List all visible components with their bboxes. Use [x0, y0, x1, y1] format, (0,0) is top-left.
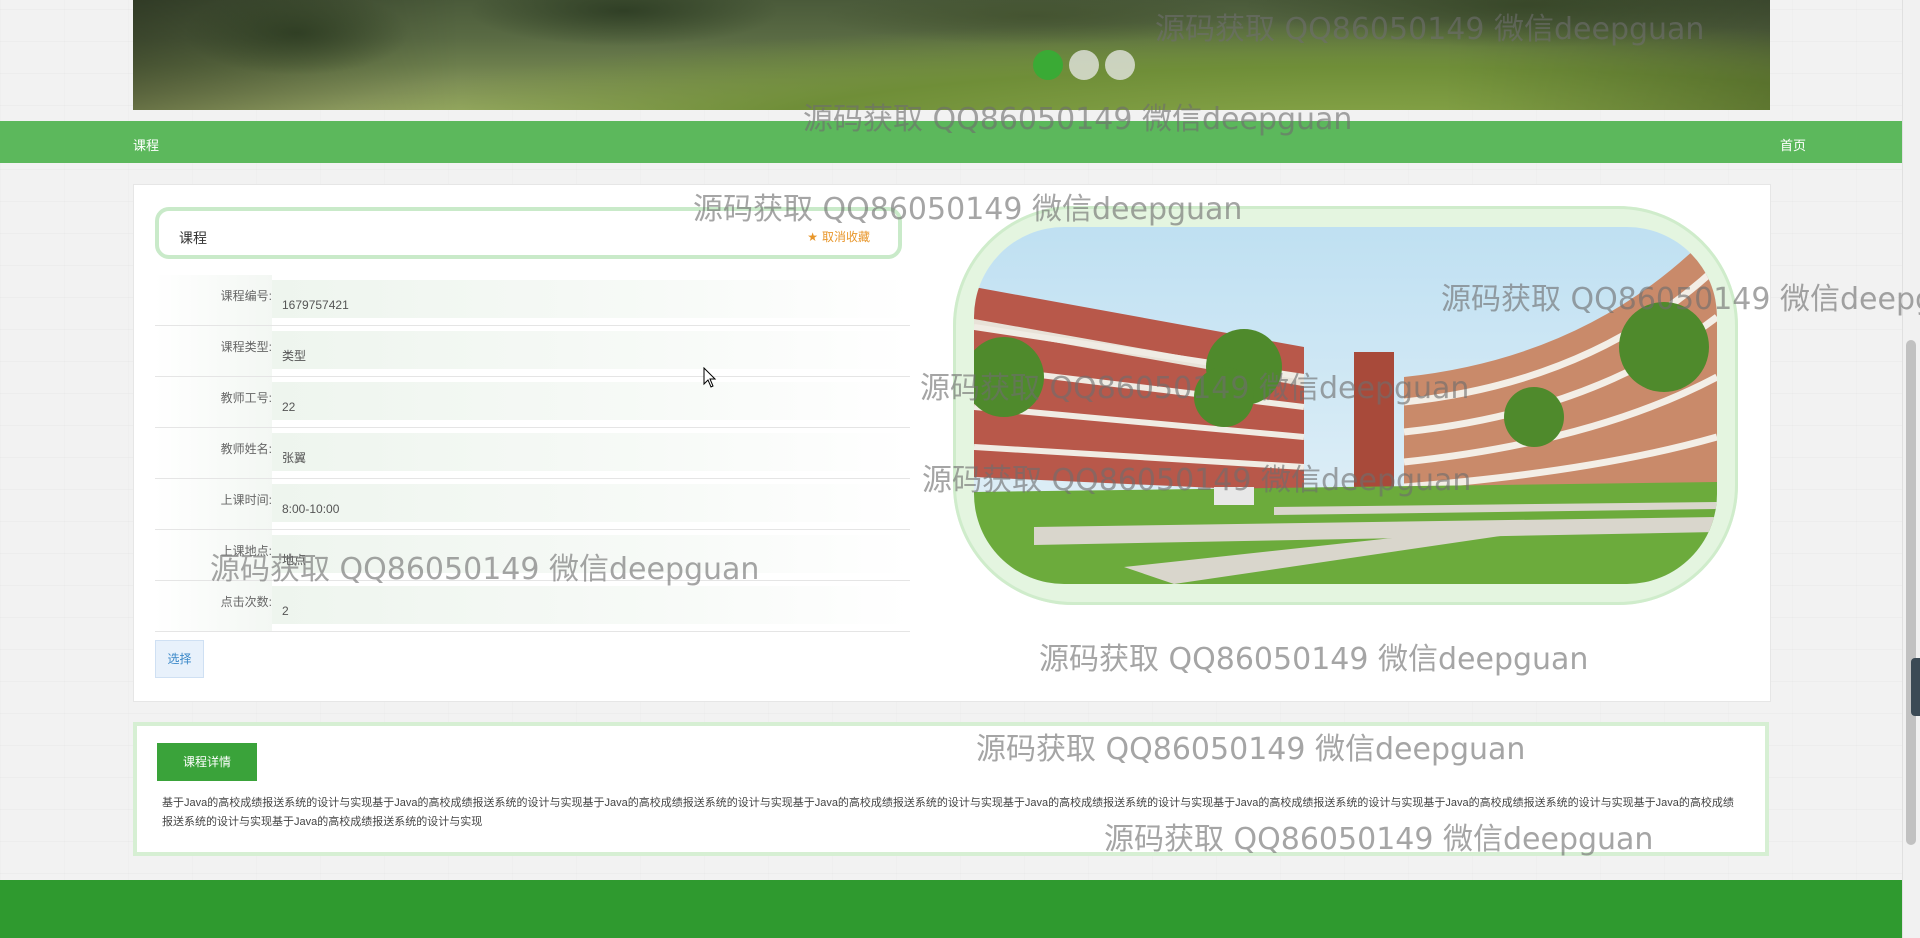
field-teacher-id: 教师工号: 22: [155, 377, 910, 428]
field-value: 1679757421: [272, 280, 910, 318]
banner-image: [133, 0, 1770, 110]
field-value: 张翼: [272, 433, 910, 471]
course-title-bar: 课程 ★ 取消收藏: [155, 207, 902, 259]
field-label: 上课时间:: [220, 493, 272, 507]
field-course-number: 课程编号: 1679757421: [155, 275, 910, 326]
nav-bar: 课程 首页: [0, 121, 1903, 163]
field-value: 类型: [272, 331, 910, 369]
scrollbar[interactable]: [1902, 0, 1920, 938]
field-course-type: 课程类型: 类型: [155, 326, 910, 377]
field-teacher-name: 教师姓名: 张翼: [155, 428, 910, 479]
campus-photo: [974, 227, 1717, 584]
banner-carousel[interactable]: [133, 0, 1770, 110]
field-label: 教师工号:: [220, 391, 272, 405]
field-value: 8:00-10:00: [272, 484, 910, 522]
tab-course-detail[interactable]: 课程详情: [157, 743, 257, 781]
carousel-dot-3[interactable]: [1105, 50, 1135, 80]
unfavorite-label: 取消收藏: [821, 230, 870, 244]
course-description: 基于Java的高校成绩报送系统的设计与实现基于Java的高校成绩报送系统的设计与…: [162, 797, 1734, 828]
course-title: 课程: [179, 230, 207, 246]
field-class-time: 上课时间: 8:00-10:00: [155, 479, 910, 530]
field-label: 课程类型:: [220, 340, 272, 354]
scrollbar-thumb[interactable]: [1906, 340, 1916, 845]
field-value: 地点: [272, 535, 910, 573]
course-detail-section: 课程详情 基于Java的高校成绩报送系统的设计与实现基于Java的高校成绩报送系…: [133, 722, 1769, 856]
unfavorite-button[interactable]: ★ 取消收藏: [807, 228, 870, 245]
nav-title: 课程: [133, 138, 160, 153]
select-course-button[interactable]: 选择: [155, 640, 204, 678]
course-image: [974, 227, 1717, 584]
field-label: 课程编号:: [220, 289, 272, 303]
carousel-dot-2[interactable]: [1069, 50, 1099, 80]
field-value: 22: [272, 382, 910, 420]
field-value: 2: [272, 586, 910, 624]
mouse-cursor-icon: [703, 367, 717, 388]
field-label: 上课地点:: [220, 544, 272, 558]
field-label: 点击次数:: [220, 595, 272, 609]
field-label: 教师姓名:: [220, 442, 272, 456]
field-click-count: 点击次数: 2: [155, 581, 910, 632]
nav-home-link[interactable]: 首页: [1780, 135, 1806, 154]
star-icon: ★: [807, 230, 818, 244]
carousel-indicators: [1033, 50, 1135, 80]
field-class-location: 上课地点: 地点: [155, 530, 910, 581]
side-toolbar-tab[interactable]: [1911, 658, 1920, 716]
course-detail-card: 课程 ★ 取消收藏 课程编号: 1679757421 课程类型: 类型 教师工号:…: [133, 184, 1771, 702]
footer: [0, 880, 1903, 938]
carousel-dot-1[interactable]: [1033, 50, 1063, 80]
